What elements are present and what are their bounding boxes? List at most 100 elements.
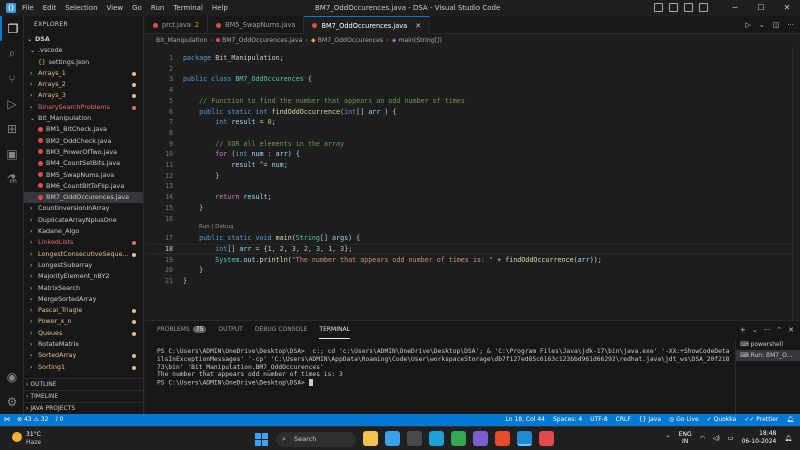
tree-item[interactable]: › MergeSortedArray — [24, 294, 143, 305]
tree-item[interactable]: ⌄ .vscode — [24, 45, 143, 56]
notifications-bell-icon[interactable]: 🔔︎ — [786, 414, 794, 426]
workspace-root[interactable]: ⌄ DSA — [24, 34, 143, 45]
tree-item[interactable]: BM5_SwapNums.java — [24, 170, 143, 181]
chevron-down-icon[interactable]: ⌄ — [759, 21, 765, 29]
tab-terminal[interactable]: TERMINAL — [319, 321, 350, 339]
tree-item[interactable]: › LongestConsecutiveSeque... — [24, 249, 143, 260]
menu-item-terminal[interactable]: Terminal — [173, 4, 203, 12]
problems-indicator[interactable]: ⊗ 43 ⚠ 32 — [17, 414, 48, 426]
tree-item[interactable]: › Arrays_1 — [24, 68, 143, 79]
maximize-icon[interactable]: ☐ — [748, 0, 774, 16]
tab-bm5-swapnums[interactable]: BM5_SwapNums.java — [208, 16, 305, 34]
go-live-button[interactable]: ◎ Go Live — [669, 414, 699, 426]
tree-item[interactable]: BM7_OddOccurences.java — [24, 192, 143, 204]
battery-icon[interactable]: ▭ — [728, 435, 734, 442]
file-explorer-app-icon[interactable] — [363, 431, 378, 446]
tree-item[interactable]: › CountInversionInArray — [24, 203, 143, 214]
outline-section[interactable]: › OUTLINE — [24, 378, 143, 389]
breadcrumb-item[interactable]: main(String[]) — [398, 37, 442, 44]
chevron-down-icon[interactable]: ⌄ — [752, 326, 758, 334]
tree-item[interactable]: › Arrays_3 — [24, 90, 143, 101]
testing-icon[interactable]: ⚗ — [0, 166, 24, 191]
tree-item[interactable]: › MatrixSearch — [24, 283, 143, 294]
toggle-panel-icon[interactable] — [669, 3, 678, 12]
tree-item[interactable]: › Pascal_Triagle — [24, 305, 143, 316]
codelens-run-debug[interactable]: Run | Debug — [199, 223, 234, 232]
tree-item[interactable]: BM4_CountSetBits.java — [24, 158, 143, 169]
toggle-secondary-sidebar-icon[interactable] — [684, 3, 693, 12]
tree-item[interactable]: › RotateMatrix — [24, 339, 143, 350]
run-debug-icon[interactable]: ▷ — [0, 91, 24, 116]
quokka-button[interactable]: ✓ Quokka — [707, 414, 737, 426]
notification-center-icon[interactable]: 🔔︎ — [784, 435, 792, 442]
source-control-icon[interactable]: ⑂ — [0, 66, 24, 91]
extensions-icon[interactable]: ⊞ — [0, 116, 24, 141]
search-icon[interactable]: ⌕ — [0, 41, 24, 66]
end-of-line[interactable]: CRLF — [616, 414, 631, 426]
encoding[interactable]: UTF-8 — [590, 414, 608, 426]
tree-item[interactable]: BM6_CountBitToFlip.java — [24, 181, 143, 192]
run-file-icon[interactable]: ▷ — [745, 21, 750, 29]
breadcrumb-item[interactable]: BM7_OddOccurences — [318, 37, 384, 44]
editor-scrollbar[interactable] — [792, 46, 800, 320]
close-panel-icon[interactable]: ✕ — [788, 326, 794, 334]
tab-prct-java[interactable]: prct.java 2 — [145, 16, 209, 34]
tab-problems[interactable]: PROBLEMS 75 — [157, 321, 207, 339]
tree-item[interactable]: › DuplicateArrayNplusOne — [24, 215, 143, 226]
menu-item-selection[interactable]: Selection — [65, 4, 97, 12]
java-projects-section[interactable]: › JAVA PROJECTS — [24, 402, 143, 413]
minimize-icon[interactable]: ─ — [722, 0, 748, 16]
tab-bm7-oddoccurences[interactable]: BM7_OddOccurences.java ✕ — [304, 16, 431, 35]
maximize-panel-icon[interactable]: ⌃ — [776, 326, 782, 334]
clock[interactable]: 18:48 06-10-2024 — [742, 430, 777, 446]
menu-item-file[interactable]: File — [22, 4, 34, 12]
prettier-button[interactable]: ✓✓ Prettier — [744, 414, 778, 426]
accounts-icon[interactable]: ◉ — [0, 364, 24, 389]
terminal-item-run[interactable]: ⌨ Run: BM7_O... — [736, 350, 800, 361]
tree-item[interactable]: › LongestSubarray — [24, 260, 143, 271]
toggle-sidebar-icon[interactable] — [654, 3, 663, 12]
explorer-icon[interactable]: ❐ — [0, 16, 24, 41]
chevron-up-icon[interactable]: ⌃ — [666, 435, 671, 442]
cursor-position[interactable]: Ln 18, Col 44 — [505, 414, 545, 426]
more-actions-icon[interactable]: ··· — [787, 21, 794, 29]
tree-item[interactable]: › Arrays_2 — [24, 79, 143, 90]
tree-item[interactable]: › BinarySearchProblems — [24, 102, 143, 113]
tree-item[interactable]: › Kadane_Algo — [24, 226, 143, 237]
tree-item[interactable]: › MajorityElement_nBY2 — [24, 271, 143, 282]
timeline-section[interactable]: › TIMELINE — [24, 390, 143, 401]
tree-item[interactable]: › Queues — [24, 328, 143, 339]
taskbar-search[interactable]: ⌕ Search — [276, 432, 356, 447]
ports-icon[interactable]: ⟟ 0 — [55, 414, 63, 426]
terminal-item-powershell[interactable]: ⌨ powershell — [736, 339, 800, 350]
tab-output[interactable]: OUTPUT — [218, 321, 242, 339]
breadcrumb-item[interactable]: Bit_Manipulation — [156, 37, 207, 44]
menu-item-edit[interactable]: Edit — [43, 4, 57, 12]
close-window-icon[interactable]: ✕ — [774, 0, 800, 16]
media-app-icon[interactable] — [473, 431, 488, 446]
vscode-app-icon[interactable] — [517, 431, 532, 446]
mail-app-icon[interactable] — [495, 431, 510, 446]
photos-app-icon[interactable] — [385, 431, 400, 446]
menu-item-go[interactable]: Go — [132, 4, 142, 12]
new-terminal-icon[interactable]: + — [740, 326, 746, 334]
language-mode[interactable]: {} Java — [639, 414, 661, 426]
wifi-icon[interactable]: ◠ — [700, 435, 705, 442]
tree-item[interactable]: BM3_PowerOfTwo.java — [24, 147, 143, 158]
manage-gear-icon[interactable]: ⚙ — [0, 389, 24, 414]
split-editor-icon[interactable]: ◫ — [773, 21, 780, 29]
close-tab-icon[interactable]: ✕ — [415, 17, 421, 35]
start-button[interactable] — [255, 433, 268, 446]
customize-layout-icon[interactable] — [699, 3, 708, 12]
more-actions-icon[interactable]: ··· — [764, 326, 771, 334]
chrome-profile-app-icon[interactable] — [539, 431, 554, 446]
terminal-app-icon[interactable] — [407, 431, 422, 446]
menu-item-help[interactable]: Help — [212, 4, 228, 12]
breadcrumb-item[interactable]: BM7_OddOccurences.java — [222, 37, 302, 44]
chrome-app-icon[interactable] — [451, 431, 466, 446]
tree-item[interactable]: BM2_OddCheck.java — [24, 136, 143, 147]
tab-debug-console[interactable]: DEBUG CONSOLE — [255, 321, 308, 339]
language-indicator[interactable]: ENG IN — [679, 431, 692, 445]
tree-item[interactable]: BM1_BitCheck.java — [24, 124, 143, 135]
remote-explorer-icon[interactable]: ▣ — [0, 141, 24, 166]
